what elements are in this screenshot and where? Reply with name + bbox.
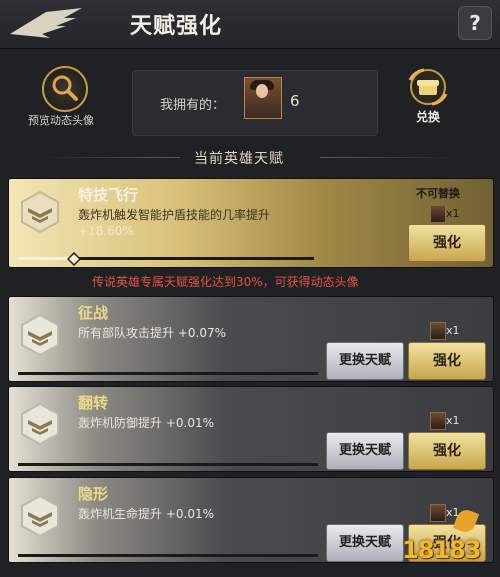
enhance-progress-bar <box>18 372 318 375</box>
talent-description: 轰炸机触发智能护盾技能的几率提升 <box>78 208 271 222</box>
talent-value: +18.60% <box>78 224 134 238</box>
enhance-progress-fill <box>18 257 75 260</box>
site-watermark: 18183 <box>402 536 481 564</box>
owned-label: 我拥有的： <box>160 98 226 113</box>
owned-count: 6 <box>290 92 300 110</box>
swap-talent-button[interactable]: 更换天赋 <box>326 342 404 380</box>
progress-marker-icon <box>67 252 82 266</box>
talent-name: 翻转 <box>78 394 109 412</box>
exchange-label[interactable]: 兑换 <box>416 108 440 125</box>
swap-talent-button[interactable]: 更换天赋 <box>326 524 404 562</box>
talent-description: 轰炸机生命提升 +0.01% <box>78 507 214 521</box>
talent-description: 所有部队攻击提升 +0.07% <box>78 326 226 340</box>
preview-avatar-button[interactable] <box>42 66 88 112</box>
enhance-button[interactable]: 强化 <box>408 432 486 470</box>
dynamic-avatar-notice: 传说英雄专属天赋强化达到30%，可获得动态头像 <box>92 275 359 289</box>
enhance-progress-bar <box>18 554 318 557</box>
hero-token-icon <box>430 205 446 223</box>
section-divider-right <box>320 157 460 158</box>
hero-token-icon <box>430 504 446 522</box>
wing-emblem-icon <box>10 8 82 38</box>
hero-token-icon <box>430 412 446 430</box>
talent-name: 征战 <box>78 304 109 322</box>
help-button[interactable]: ? <box>458 6 492 40</box>
enhance-progress-bar <box>18 463 318 466</box>
talent-rank-badge-icon <box>21 494 59 538</box>
enhance-button[interactable]: 强化 <box>408 342 486 380</box>
enhance-button[interactable]: 强化 <box>408 224 486 262</box>
enhance-progress-bar <box>18 257 314 260</box>
not-replaceable-tag: 不可替换 <box>416 187 460 200</box>
token-cost: x1 <box>446 207 460 220</box>
talent-name: 特技飞行 <box>78 186 139 204</box>
talent-rank-badge-icon <box>21 190 59 234</box>
hero-token-icon <box>430 322 446 340</box>
swap-talent-button[interactable]: 更换天赋 <box>326 432 404 470</box>
talent-rank-badge-icon <box>21 313 59 357</box>
token-cost: x1 <box>446 414 460 427</box>
hero-face-shape <box>256 84 268 98</box>
talent-rank-badge-icon <box>21 402 59 446</box>
talent-name: 隐形 <box>78 485 109 503</box>
preview-avatar-label: 预览动态头像 <box>28 114 94 127</box>
page-title: 天赋强化 <box>130 14 223 39</box>
section-divider-left <box>40 157 180 158</box>
magnifier-icon <box>52 75 78 101</box>
token-cost: x1 <box>446 324 460 337</box>
section-title: 当前英雄天赋 <box>194 151 284 167</box>
talent-description: 轰炸机防御提升 +0.01% <box>78 416 214 430</box>
exchange-icon[interactable] <box>404 68 452 106</box>
